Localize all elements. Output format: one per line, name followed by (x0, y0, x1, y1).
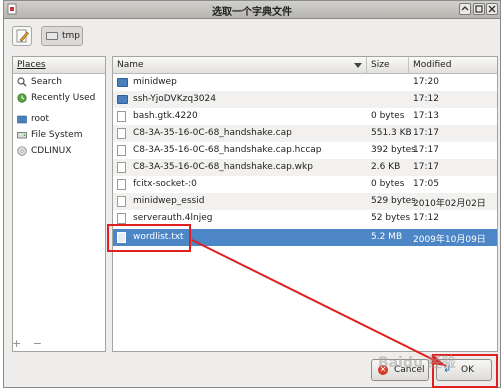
watermark: Baidu 经验 (378, 355, 456, 371)
annotation-arrow (191, 239, 447, 367)
